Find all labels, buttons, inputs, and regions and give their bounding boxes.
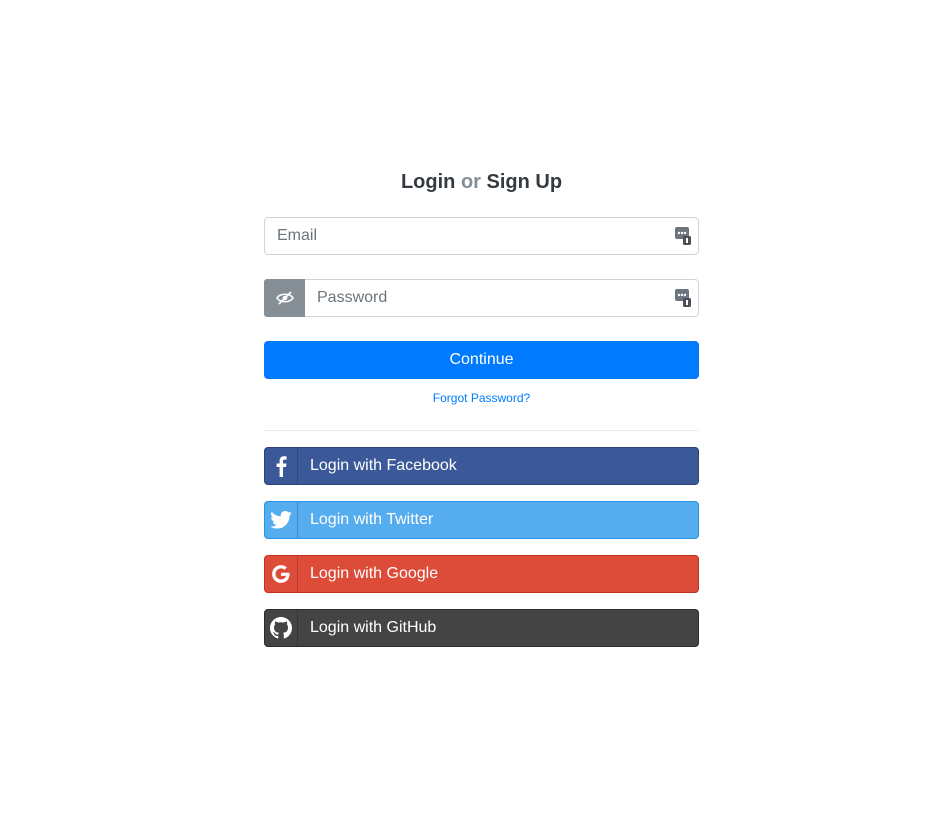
login-twitter-button[interactable]: Login with Twitter bbox=[264, 501, 699, 539]
password-field[interactable] bbox=[305, 280, 668, 316]
github-icon bbox=[265, 610, 298, 646]
facebook-icon bbox=[265, 448, 298, 484]
show-password-toggle[interactable] bbox=[264, 279, 305, 317]
password-manager-icon[interactable] bbox=[668, 218, 698, 254]
email-field[interactable] bbox=[265, 218, 668, 254]
login-facebook-label: Login with Facebook bbox=[310, 457, 457, 474]
twitter-icon bbox=[265, 502, 298, 538]
forgot-password-link[interactable]: Forgot Password? bbox=[264, 390, 699, 406]
password-manager-icon[interactable] bbox=[668, 280, 698, 316]
login-twitter-label: Login with Twitter bbox=[310, 511, 434, 528]
login-panel: Login or Sign Up Email Continue Forgot P… bbox=[264, 160, 699, 663]
page-title: Login or Sign Up bbox=[264, 160, 699, 206]
login-github-label: Login with GitHub bbox=[310, 619, 437, 636]
login-google-label: Login with Google bbox=[310, 565, 439, 582]
eye-slash-icon bbox=[275, 291, 294, 305]
title-signup: Sign Up bbox=[486, 171, 563, 193]
email-field-wrapper bbox=[264, 217, 699, 255]
password-field-wrapper bbox=[264, 279, 699, 317]
divider bbox=[264, 430, 699, 431]
google-icon bbox=[265, 556, 298, 592]
login-google-button[interactable]: Login with Google bbox=[264, 555, 699, 593]
login-github-button[interactable]: Login with GitHub bbox=[264, 609, 699, 647]
continue-button[interactable]: Continue bbox=[264, 341, 699, 379]
title-login: Login bbox=[400, 171, 456, 193]
login-facebook-button[interactable]: Login with Facebook bbox=[264, 447, 699, 485]
title-or: or bbox=[460, 171, 481, 193]
